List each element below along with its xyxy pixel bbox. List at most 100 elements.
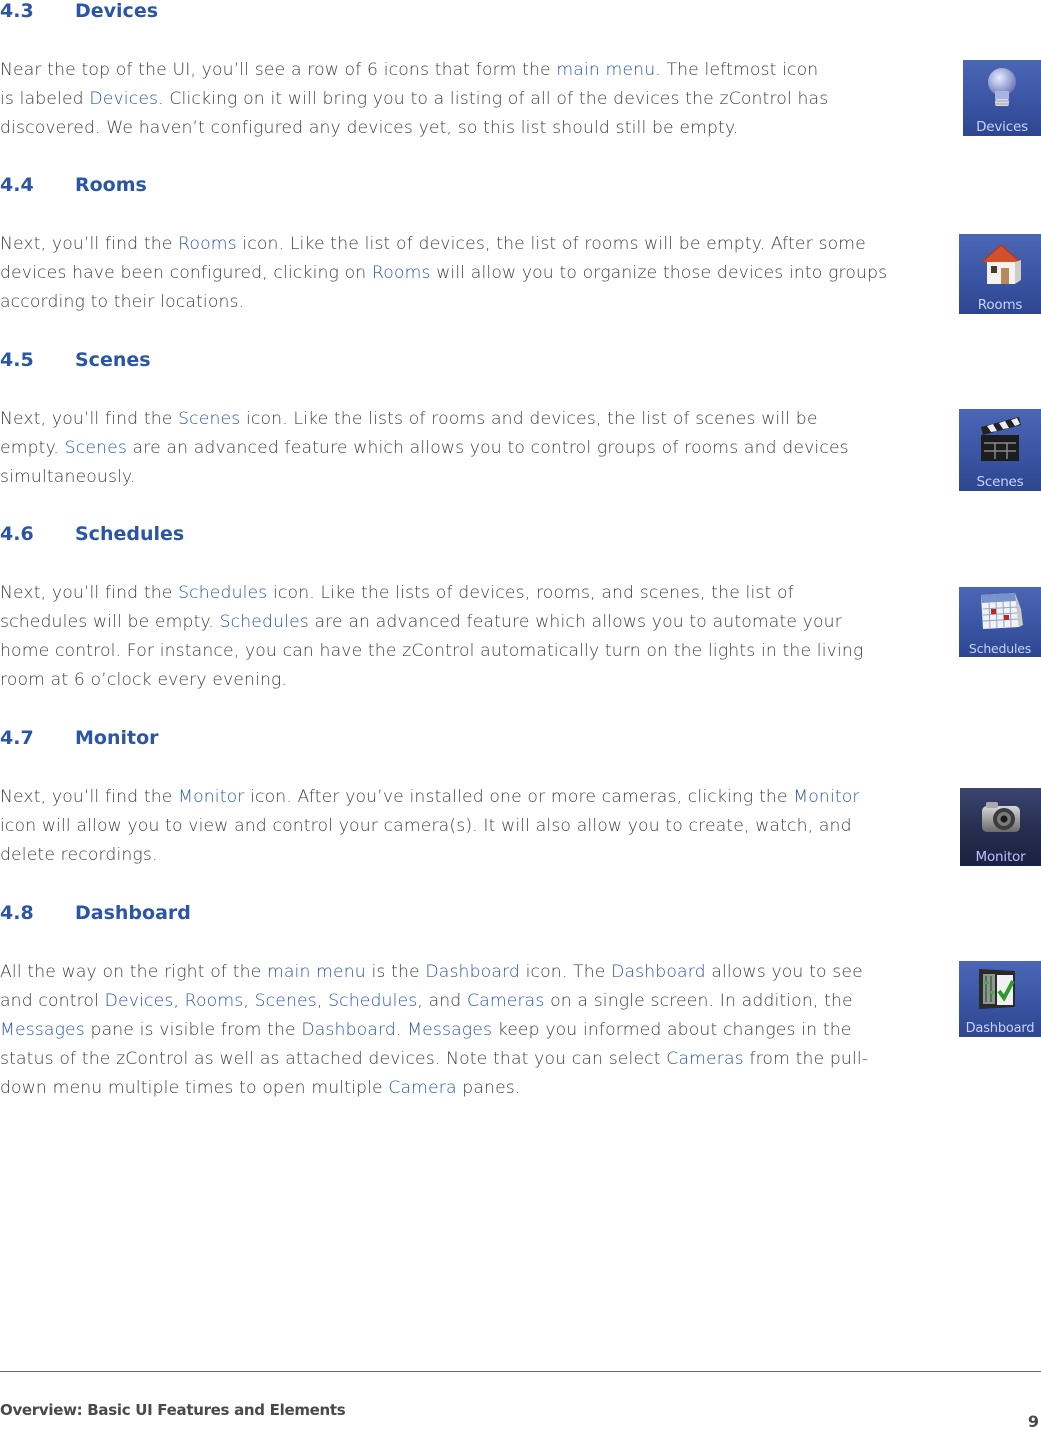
dashboard-menu-icon: Dashboard	[959, 961, 1041, 1037]
section-body: Next, you’ll find the Schedules icon. Li…	[0, 579, 925, 695]
paragraph-line: down menu multiple times to open multipl…	[0, 1074, 925, 1103]
text-run: delete recordings.	[0, 845, 158, 865]
paragraph-line: home control. For instance, you can have…	[0, 637, 925, 666]
paragraph-line: Next, you’ll find the Schedules icon. Li…	[0, 579, 925, 608]
highlighted-term: Devices	[89, 89, 159, 109]
section-title: Scenes	[75, 349, 151, 371]
section-title: Rooms	[75, 174, 147, 196]
section-heading: 4.8 Dashboard	[0, 902, 191, 924]
text-run: icon. Like the list of devices, the list…	[236, 234, 866, 254]
highlighted-term: Cameras	[467, 991, 545, 1011]
text-run: pane is visible from the	[84, 1020, 302, 1040]
highlighted-term: Dashboard	[301, 1020, 396, 1040]
lightbulb-icon	[988, 68, 1016, 106]
section-body: Next, you’ll find the Monitor icon. Afte…	[0, 783, 925, 870]
highlighted-term: Schedules	[219, 612, 309, 632]
highlighted-term: Schedules	[178, 583, 268, 603]
text-run: simultaneously.	[0, 467, 136, 487]
paragraph-line: Next, you’ll find the Monitor icon. Afte…	[0, 783, 925, 812]
text-run: home control. For instance, you can have…	[0, 641, 864, 661]
section-number: 4.3	[0, 0, 34, 22]
text-run: status of the zControl as well as attach…	[0, 1049, 667, 1069]
text-run: ,	[316, 991, 329, 1011]
text-run: keep you informed about changes in the	[492, 1020, 852, 1040]
section-body: Near the top of the UI, you’ll see a row…	[0, 56, 925, 143]
section-body: All the way on the right of the main men…	[0, 958, 925, 1103]
section-body: Next, you’ll find the Scenes icon. Like …	[0, 405, 925, 492]
highlighted-term: Messages	[0, 1020, 85, 1040]
text-run: and control	[0, 991, 105, 1011]
icon-caption: Dashboard	[965, 1021, 1035, 1036]
text-run: icon. After you’ve installed one or more…	[244, 787, 794, 807]
highlighted-term: Dashboard	[611, 962, 706, 982]
text-run: are an advanced feature which allows you…	[308, 612, 842, 632]
text-run: ,	[173, 991, 185, 1011]
highlighted-term: Cameras	[666, 1049, 744, 1069]
clapperboard-icon	[981, 417, 1021, 461]
text-run: All the way on the right of the	[0, 962, 267, 982]
scenes-menu-icon: Scenes	[959, 409, 1041, 491]
text-run: icon. Like the lists of devices, rooms, …	[267, 583, 794, 603]
text-run: Next, you’ll find the	[0, 409, 179, 429]
footer-chapter-title: Overview: Basic UI Features and Elements	[0, 1401, 346, 1419]
highlighted-term: main menu	[556, 60, 656, 80]
text-run: Next, you’ll find the	[0, 234, 179, 254]
section-heading: 4.3 Devices	[0, 0, 158, 22]
text-run: is the	[365, 962, 426, 982]
highlighted-term: Camera	[388, 1078, 457, 1098]
text-run: . Clicking on it will bring you to a lis…	[158, 89, 829, 109]
paragraph-line: simultaneously.	[0, 463, 925, 492]
highlighted-term: Messages	[407, 1020, 493, 1040]
devices-menu-icon: Devices	[963, 60, 1041, 136]
paragraph-line: room at 6 o’clock every evening.	[0, 666, 925, 695]
paragraph-line: All the way on the right of the main men…	[0, 958, 925, 987]
camera-icon	[982, 802, 1020, 832]
text-run: discovered. We haven’t configured any de…	[0, 118, 739, 138]
paragraph-line: Next, you’ll find the Scenes icon. Like …	[0, 405, 925, 434]
section-title: Devices	[75, 0, 159, 22]
paragraph-line: empty. Scenes are an advanced feature wh…	[0, 434, 925, 463]
paragraph-line: Messages pane is visible from the Dashbo…	[0, 1016, 925, 1045]
text-run: icon will allow you to view and control …	[0, 816, 852, 836]
paragraph-line: Near the top of the UI, you’ll see a row…	[0, 56, 925, 85]
highlighted-term: Scenes	[178, 409, 241, 429]
section-title: Monitor	[75, 727, 159, 749]
footer-divider	[0, 1371, 1041, 1372]
highlighted-term: Dashboard	[425, 962, 520, 982]
text-run: icon. Like the lists of rooms and device…	[240, 409, 818, 429]
calendar-icon	[981, 593, 1023, 629]
text-run: Next, you’ll find the	[0, 787, 179, 807]
paragraph-line: devices have been configured, clicking o…	[0, 259, 925, 288]
paragraph-line: status of the zControl as well as attach…	[0, 1045, 925, 1074]
highlighted-term: Schedules	[328, 991, 418, 1011]
text-run: from the pull-	[743, 1049, 869, 1069]
section-number: 4.5	[0, 349, 34, 371]
section-number: 4.7	[0, 727, 34, 749]
section-title: Schedules	[75, 523, 185, 545]
text-run: are an advanced feature which allows you…	[126, 438, 849, 458]
text-run: is labeled	[0, 89, 90, 109]
text-run: according to their locations.	[0, 292, 245, 312]
text-run: empty.	[0, 438, 65, 458]
text-run: devices have been configured, clicking o…	[0, 263, 372, 283]
icon-caption: Rooms	[977, 297, 1023, 313]
page-number: 9	[1027, 1412, 1039, 1431]
highlighted-term: Scenes	[64, 438, 127, 458]
section-heading: 4.6 Schedules	[0, 523, 184, 545]
highlighted-term: Monitor	[793, 787, 860, 807]
text-run: panes.	[456, 1078, 521, 1098]
house-icon	[981, 244, 1021, 284]
section-number: 4.4	[0, 174, 34, 196]
text-run: .	[395, 1020, 408, 1040]
text-run: icon. The	[519, 962, 612, 982]
text-run: schedules will be empty.	[0, 612, 220, 632]
paragraph-line: and control Devices, Rooms, Scenes, Sche…	[0, 987, 925, 1016]
icon-caption: Devices	[976, 119, 1028, 135]
highlighted-term: Monitor	[178, 787, 245, 807]
section-number: 4.8	[0, 902, 34, 924]
highlighted-term: Scenes	[254, 991, 317, 1011]
paragraph-line: discovered. We haven’t configured any de…	[0, 114, 925, 143]
text-run: Next, you’ll find the	[0, 583, 179, 603]
paragraph-line: delete recordings.	[0, 841, 925, 870]
text-run: down menu multiple times to open multipl…	[0, 1078, 389, 1098]
